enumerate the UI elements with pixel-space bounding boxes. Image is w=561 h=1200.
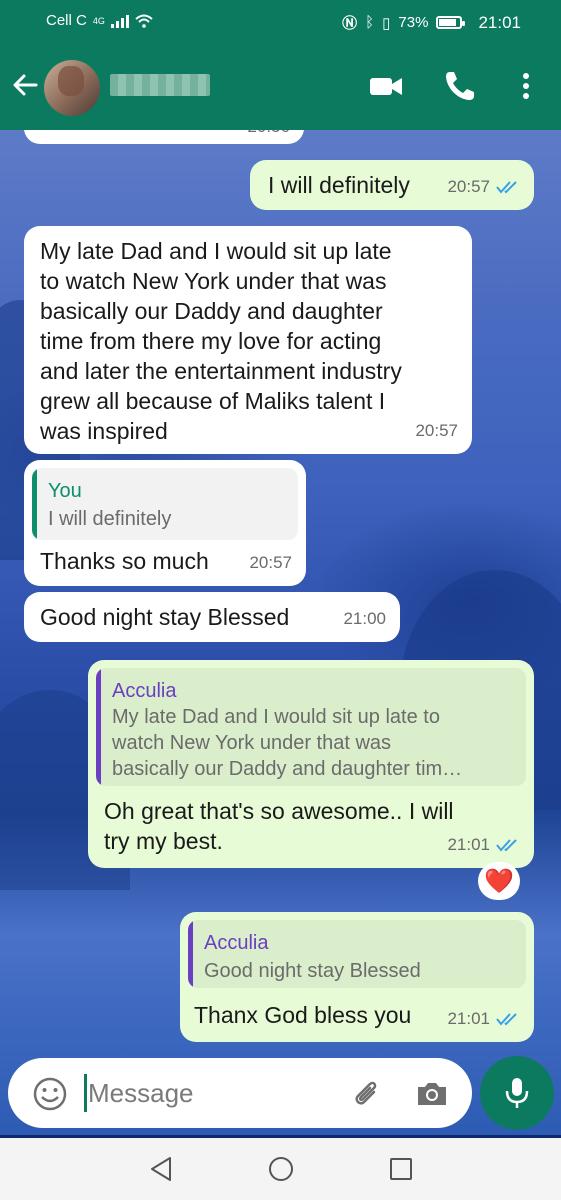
quote-accent-bar bbox=[32, 468, 37, 540]
quoted-message[interactable]: You I will definitely bbox=[32, 468, 298, 540]
message-line: basically our Daddy and daughter bbox=[40, 298, 383, 324]
message-text: Oh great that's so awesome.. I will try … bbox=[104, 796, 454, 856]
chat-header bbox=[0, 42, 561, 130]
message-bubble-incoming[interactable]: My late Dad and I would sit up late to w… bbox=[24, 226, 472, 454]
nfc-icon: Ⓝ bbox=[342, 15, 358, 32]
message-text: Thanx God bless you bbox=[194, 1002, 412, 1028]
quote-line: basically our Daddy and daughter tim… bbox=[112, 758, 463, 780]
message-bubble-incoming[interactable]: You I will definitely Thanks so much 20:… bbox=[24, 460, 306, 586]
message-time: 20:57 bbox=[249, 553, 292, 572]
quote-author: You bbox=[48, 480, 82, 502]
message-time: 20:57 bbox=[415, 421, 458, 440]
chat-area[interactable]: 20:56 I will definitely 20:57 My late Da… bbox=[0, 130, 561, 1135]
read-receipt-icon bbox=[496, 1013, 517, 1026]
composer-bar bbox=[0, 1048, 561, 1138]
carrier-label: Cell C bbox=[46, 12, 87, 29]
top-bar: Cell C 4G Ⓝ ᛒ ▯ 73% 21:01 bbox=[0, 0, 561, 130]
read-receipt-icon bbox=[496, 181, 517, 194]
signal-icon bbox=[110, 14, 129, 28]
quote-text: My late Dad and I would sit up late to w… bbox=[112, 704, 462, 782]
battery-percent: 73% bbox=[398, 14, 429, 31]
quote-accent-bar bbox=[188, 920, 193, 988]
clock: 21:01 bbox=[478, 12, 521, 32]
reaction-heart-icon[interactable]: ❤️ bbox=[478, 862, 520, 900]
vibrate-icon: ▯ bbox=[382, 14, 391, 32]
message-line: to watch New York under that was bbox=[40, 268, 387, 294]
nav-recents-icon[interactable] bbox=[386, 1154, 416, 1184]
message-line: Oh great that's so awesome.. I will bbox=[104, 798, 454, 824]
attachment-icon[interactable] bbox=[348, 1076, 384, 1112]
microphone-icon bbox=[505, 1078, 529, 1108]
contact-name[interactable] bbox=[110, 74, 210, 96]
quote-line: My late Dad and I would sit up late to bbox=[112, 706, 440, 728]
message-line: time from there my love for acting bbox=[40, 328, 382, 354]
status-left: Cell C 4G bbox=[46, 12, 153, 29]
avatar[interactable] bbox=[44, 60, 100, 116]
wifi-icon bbox=[135, 14, 153, 28]
quoted-message[interactable]: Acculia My late Dad and I would sit up l… bbox=[96, 668, 526, 786]
text-cursor bbox=[84, 1074, 87, 1112]
message-time: 21:01 bbox=[447, 830, 520, 860]
quote-line: watch New York under that was bbox=[112, 732, 392, 754]
quote-author: Acculia bbox=[204, 932, 269, 954]
system-nav-bar bbox=[0, 1138, 561, 1200]
message-line: My late Dad and I would sit up late bbox=[40, 238, 392, 264]
back-arrow-icon[interactable] bbox=[10, 70, 40, 100]
quote-text: Good night stay Blessed bbox=[204, 960, 421, 982]
message-bubble-outgoing[interactable]: I will definitely 20:57 bbox=[250, 160, 534, 210]
message-time: 21:00 bbox=[343, 609, 386, 628]
camera-icon[interactable] bbox=[414, 1076, 450, 1112]
emoji-icon[interactable] bbox=[32, 1076, 68, 1112]
read-receipt-icon bbox=[496, 839, 517, 852]
status-right: Ⓝ ᛒ ▯ 73% 21:01 bbox=[342, 12, 521, 33]
status-bar: Cell C 4G Ⓝ ᛒ ▯ 73% 21:01 bbox=[0, 0, 561, 42]
message-line: and later the entertainment industry bbox=[40, 358, 402, 384]
message-bubble-incoming[interactable]: Good night stay Blessed 21:00 bbox=[24, 592, 400, 642]
message-line: grew all because of Maliks talent I bbox=[40, 388, 386, 414]
message-time-text: 21:01 bbox=[447, 1009, 490, 1028]
battery-icon bbox=[436, 16, 466, 29]
bluetooth-icon: ᛒ bbox=[365, 14, 375, 31]
message-text: Thanks so much bbox=[40, 548, 209, 574]
network-type-label: 4G bbox=[92, 15, 105, 26]
message-composer[interactable] bbox=[8, 1058, 472, 1128]
message-line: try my best. bbox=[104, 828, 223, 854]
message-time-text: 21:01 bbox=[447, 835, 490, 854]
message-input[interactable] bbox=[88, 1074, 338, 1112]
video-call-icon[interactable] bbox=[368, 68, 404, 104]
message-text: I will definitely bbox=[268, 172, 410, 198]
quoted-message[interactable]: Acculia Good night stay Blessed bbox=[188, 920, 526, 988]
message-text: Good night stay Blessed bbox=[40, 604, 290, 630]
nav-home-icon[interactable] bbox=[266, 1154, 296, 1184]
nav-back-icon[interactable] bbox=[146, 1154, 176, 1184]
message-time: 20:56 bbox=[247, 130, 290, 142]
message-time: 20:57 bbox=[447, 172, 520, 202]
message-time-text: 20:57 bbox=[447, 177, 490, 196]
message-bubble-outgoing[interactable]: Acculia Good night stay Blessed Thanx Go… bbox=[180, 912, 534, 1042]
message-time: 21:01 bbox=[447, 1004, 520, 1034]
quote-author: Acculia bbox=[112, 680, 177, 702]
quote-accent-bar bbox=[96, 668, 101, 786]
message-bubble-outgoing[interactable]: Acculia My late Dad and I would sit up l… bbox=[88, 660, 534, 868]
message-text: My late Dad and I would sit up late to w… bbox=[40, 236, 402, 446]
quote-text: I will definitely bbox=[48, 508, 172, 530]
message-bubble-incoming[interactable]: 20:56 bbox=[24, 130, 304, 144]
voice-record-button[interactable] bbox=[480, 1056, 554, 1130]
message-line: was inspired bbox=[40, 418, 168, 444]
more-options-icon[interactable] bbox=[508, 68, 544, 104]
voice-call-icon[interactable] bbox=[442, 68, 478, 104]
